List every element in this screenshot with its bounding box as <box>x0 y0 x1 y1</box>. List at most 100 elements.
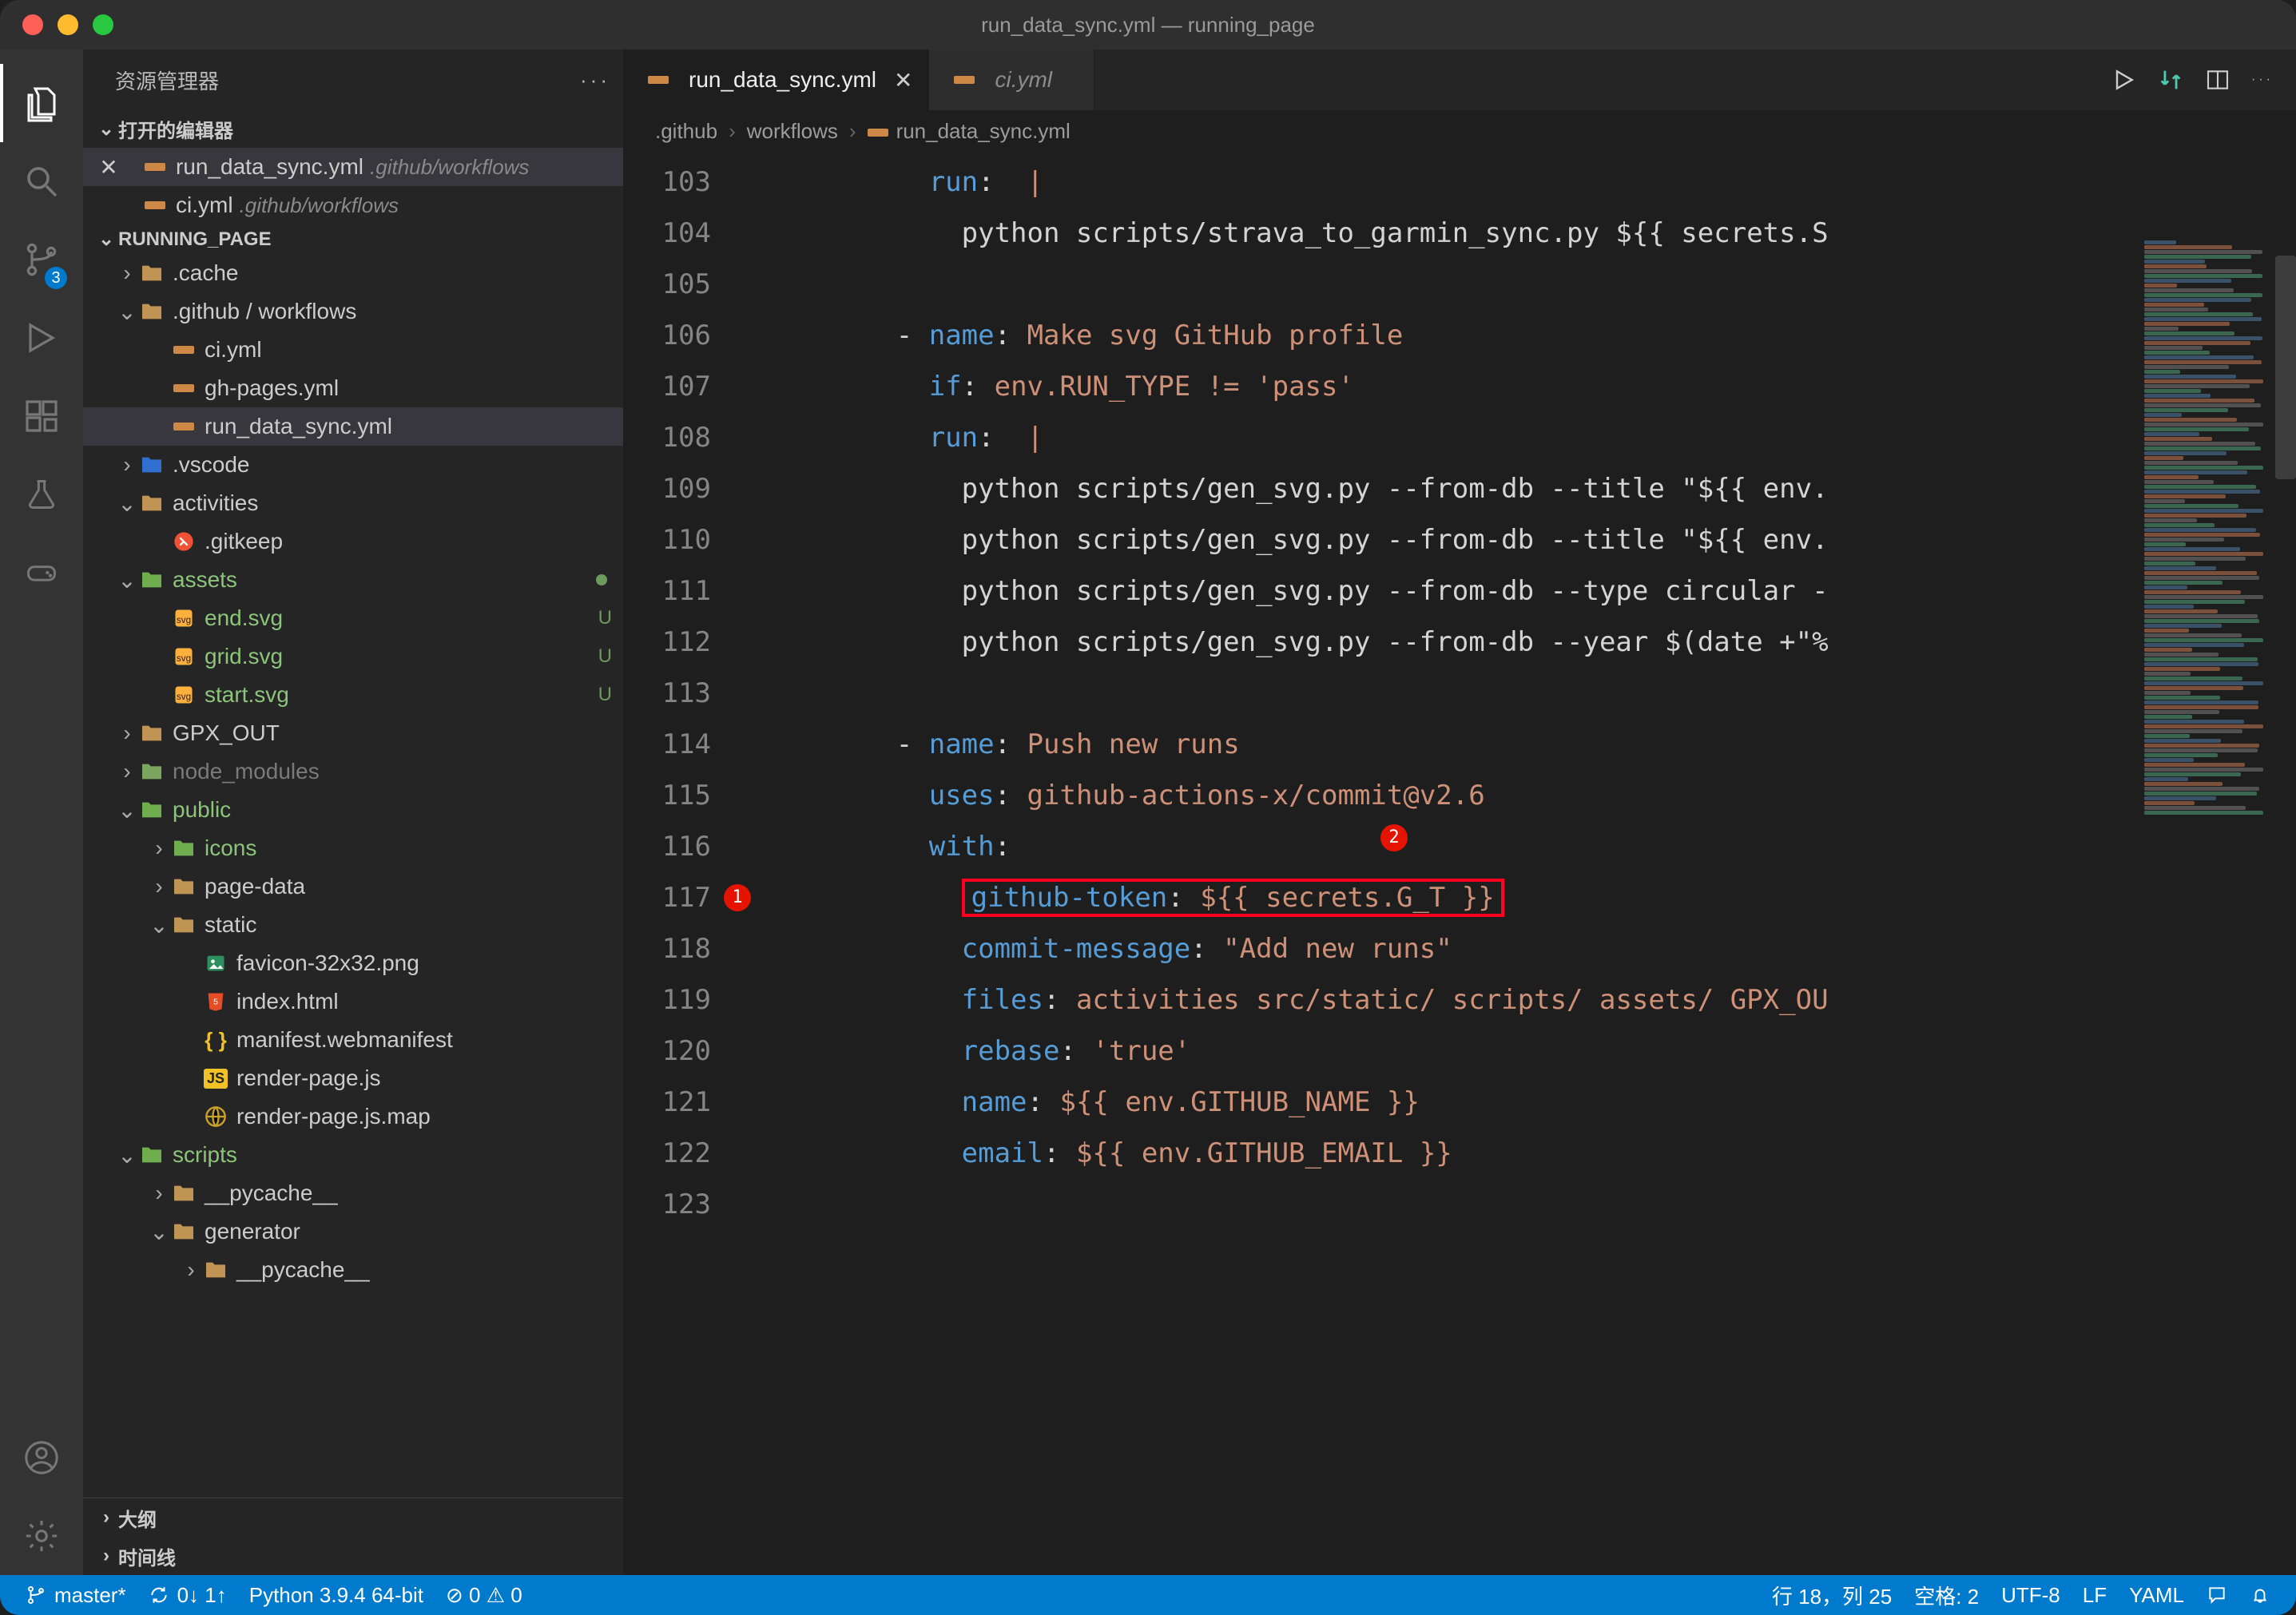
project-header[interactable]: ⌄ RUNNING_PAGE <box>83 224 623 254</box>
folder-row[interactable]: ⌄assets <box>83 561 623 599</box>
breadcrumb[interactable]: .github›workflows›run_data_sync.yml <box>623 110 2296 152</box>
line-number: 123 <box>623 1179 733 1230</box>
breadcrumb-item[interactable]: workflows <box>747 119 838 144</box>
folder-row[interactable]: ›.cache <box>83 254 623 292</box>
file-row[interactable]: gh-pages.yml <box>83 369 623 407</box>
git-untracked-badge: U <box>598 607 612 629</box>
folder-row[interactable]: ›node_modules <box>83 752 623 791</box>
split-editor-icon[interactable] <box>2205 67 2230 93</box>
file-row[interactable]: svgend.svgU <box>83 599 623 637</box>
folder-row[interactable]: ›.vscode <box>83 446 623 484</box>
file-type-icon: svg <box>169 642 198 671</box>
git-compare-icon[interactable] <box>2157 66 2184 93</box>
annotation-marker: 2 <box>1380 824 1408 851</box>
breadcrumb-item[interactable]: .github <box>655 119 717 144</box>
breadcrumb-item[interactable]: run_data_sync.yml <box>868 119 1071 144</box>
cursor-status[interactable]: 行 18，列 25 <box>1761 1581 1903 1610</box>
file-type-icon <box>137 489 166 518</box>
folder-row[interactable]: ⌄public <box>83 791 623 829</box>
minimap[interactable] <box>2144 240 2272 799</box>
timeline-section[interactable]: ›时间线 <box>83 1537 623 1575</box>
folder-row[interactable]: ⌄ activities <box>83 484 623 522</box>
problems-status[interactable]: ⊘ 0 ⚠ 0 <box>435 1583 534 1608</box>
open-editors-section[interactable]: ⌄ 打开的编辑器 <box>83 110 623 148</box>
folder-row[interactable]: ›__pycache__ <box>83 1251 623 1289</box>
tree-label: end.svg <box>205 605 283 631</box>
file-row[interactable]: render-page.js.map <box>83 1097 623 1136</box>
sync-status[interactable]: 0↓ 1↑ <box>137 1583 238 1608</box>
file-row[interactable]: JSrender-page.js <box>83 1059 623 1097</box>
run-icon[interactable] <box>2111 67 2136 93</box>
tree-label: .gitkeep <box>205 529 283 554</box>
folder-row[interactable]: ⌄scripts <box>83 1136 623 1174</box>
folder-row[interactable]: ›GPX_OUT <box>83 714 623 752</box>
extensions-activity[interactable] <box>0 377 83 455</box>
chevron-down-icon: ⌄ <box>149 912 169 938</box>
line-number: 114 <box>623 719 733 770</box>
problems-label: ⊘ 0 ⚠ 0 <box>446 1583 522 1608</box>
file-row[interactable]: { }manifest.webmanifest <box>83 1021 623 1059</box>
code-line <box>765 1179 2296 1230</box>
folder-row[interactable]: ⌄static <box>83 906 623 944</box>
tree-label: activities <box>173 490 258 516</box>
editor-tab[interactable]: ci.yml <box>929 50 1094 110</box>
line-number: 113 <box>623 668 733 719</box>
lang-status[interactable]: YAML <box>2118 1583 2195 1608</box>
chevron-down-icon: ⌄ <box>117 490 137 517</box>
file-row[interactable]: ci.yml <box>83 331 623 369</box>
file-type-icon <box>201 1256 230 1284</box>
settings-activity[interactable] <box>0 1497 83 1575</box>
chevron-right-icon: › <box>117 720 137 746</box>
branch-status[interactable]: master* <box>14 1583 137 1608</box>
editor-body[interactable]: 1031041051061071081091101111121131141151… <box>623 152 2296 1575</box>
code-line: - name: Make svg GitHub profile <box>765 310 2296 361</box>
open-editor-item[interactable]: ci.yml.github/workflows <box>83 186 623 224</box>
code-line: run: | <box>765 157 2296 208</box>
more-icon[interactable]: ··· <box>2251 73 2274 87</box>
file-row[interactable]: .gitkeep <box>83 522 623 561</box>
explorer-activity[interactable] <box>0 64 83 142</box>
chevron-right-icon: › <box>181 1257 201 1283</box>
file-row[interactable]: favicon-32x32.png <box>83 944 623 982</box>
folder-row[interactable]: ⌄generator <box>83 1212 623 1251</box>
remote-activity[interactable] <box>0 534 83 612</box>
code-content[interactable]: run: | python scripts/strava_to_garmin_s… <box>765 152 2296 1575</box>
yaml-icon <box>950 65 979 94</box>
folder-row[interactable]: ⌄.github / workflows <box>83 292 623 331</box>
folder-row[interactable]: ›icons <box>83 829 623 867</box>
svg-text:svg: svg <box>177 692 191 702</box>
editor-tab[interactable]: run_data_sync.yml✕ <box>623 50 929 110</box>
line-number: 1171 <box>623 872 733 923</box>
folder-row[interactable]: ›__pycache__ <box>83 1174 623 1212</box>
outline-section[interactable]: ›大纲 <box>83 1498 623 1537</box>
file-type-icon <box>137 719 166 748</box>
more-icon[interactable]: ··· <box>580 68 610 93</box>
accounts-activity[interactable] <box>0 1419 83 1497</box>
testing-activity[interactable] <box>0 455 83 534</box>
line-number: 120 <box>623 1026 733 1077</box>
search-activity[interactable] <box>0 142 83 220</box>
file-row[interactable]: svgstart.svgU <box>83 676 623 714</box>
account-icon <box>23 1439 60 1476</box>
encoding-status[interactable]: UTF-8 <box>1990 1583 2072 1608</box>
file-row[interactable]: 5index.html <box>83 982 623 1021</box>
folder-row[interactable]: ›page-data <box>83 867 623 906</box>
file-row[interactable]: svggrid.svgU <box>83 637 623 676</box>
open-editor-item[interactable]: ✕run_data_sync.yml.github/workflows <box>83 148 623 186</box>
gear-icon <box>23 1518 60 1554</box>
close-icon[interactable]: ✕ <box>94 154 123 181</box>
python-status[interactable]: Python 3.9.4 64-bit <box>238 1583 435 1608</box>
vertical-scrollbar[interactable] <box>2275 256 2296 479</box>
file-row[interactable]: run_data_sync.yml <box>83 407 623 446</box>
file-path: .github/workflows <box>370 155 529 180</box>
indent-status[interactable]: 空格: 2 <box>1903 1581 1990 1610</box>
bell-status[interactable] <box>2238 1585 2282 1605</box>
run-activity[interactable] <box>0 299 83 377</box>
chevron-right-icon: › <box>729 119 736 144</box>
eol-status[interactable]: LF <box>2072 1583 2118 1608</box>
feedback-status[interactable] <box>2195 1585 2238 1605</box>
fold-column <box>733 152 765 1575</box>
scm-activity[interactable]: 3 <box>0 220 83 299</box>
tree-label: .cache <box>173 260 239 286</box>
close-icon[interactable]: ✕ <box>894 67 912 93</box>
